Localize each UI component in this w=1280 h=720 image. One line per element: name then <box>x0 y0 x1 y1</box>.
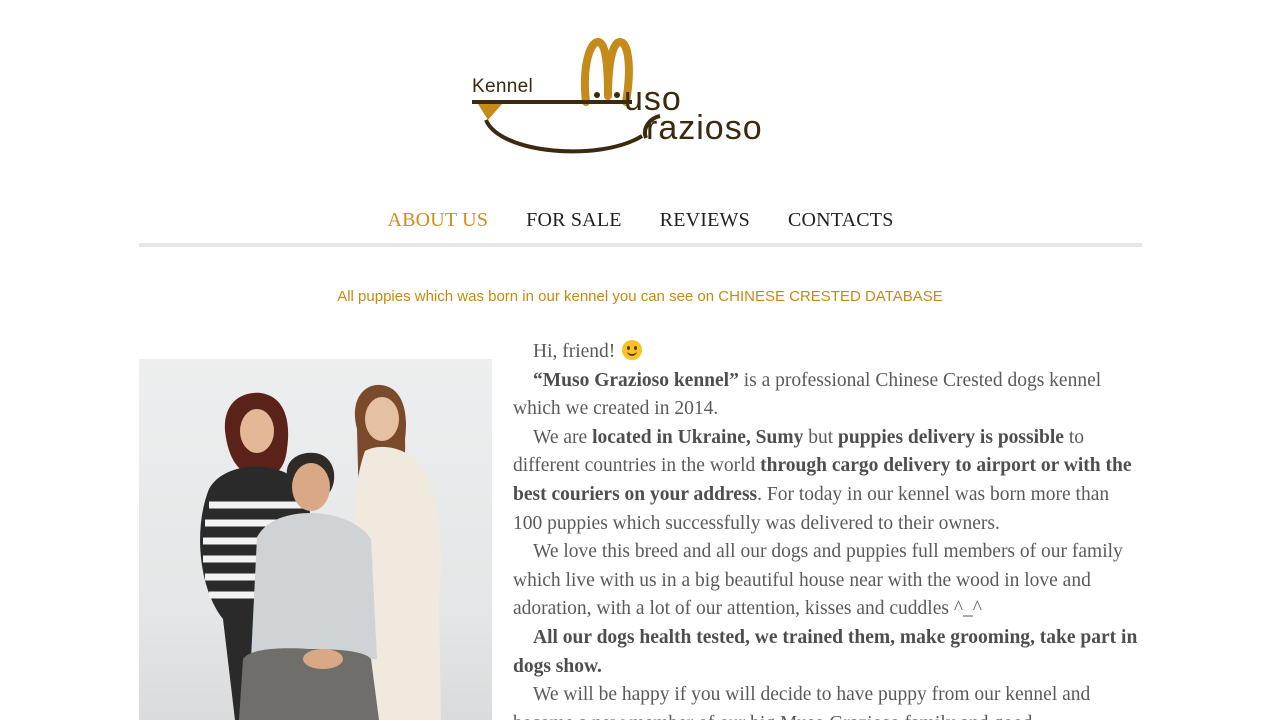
kennel-logo[interactable]: Kennel uso razioso <box>470 36 815 161</box>
smile-icon <box>622 340 643 360</box>
health-paragraph: All our dogs health tested, we trained t… <box>513 624 1138 681</box>
family-photo-graphic <box>200 384 442 720</box>
database-notice: All puppies which was born in our kennel… <box>0 288 1280 305</box>
nav-reviews[interactable]: REVIEWS <box>660 206 750 248</box>
health-bold: All our dogs health tested, we trained t… <box>513 626 1138 677</box>
greeting-paragraph: Hi, friend! <box>513 338 1138 367</box>
notice-text: All puppies which was born in our kennel… <box>337 288 719 305</box>
logo-grazioso-text: razioso <box>646 109 763 147</box>
delivery-bold: puppies delivery is possible <box>838 426 1064 448</box>
love-paragraph: We love this breed and all our dogs and … <box>513 541 1123 620</box>
location-text-c: but <box>803 426 838 448</box>
happy-paragraph: We will be happy if you will decide to h… <box>513 684 1091 720</box>
family-photo <box>139 359 492 720</box>
nav-for-sale[interactable]: FOR SALE <box>526 206 622 248</box>
nav-about-us[interactable]: ABOUT US <box>387 206 488 248</box>
nav-contacts[interactable]: CONTACTS <box>788 206 894 248</box>
chinese-crested-database-link[interactable]: CHINESE CRESTED DATABASE <box>718 288 943 305</box>
logo-kennel-text: Kennel <box>472 76 533 97</box>
main-nav: ABOUT US FOR SALE REVIEWS CONTACTS <box>139 206 1142 248</box>
intro-paragraph: “Muso Grazioso kennel” is a professional… <box>513 367 1138 424</box>
location-text-a: We are <box>533 426 593 448</box>
kennel-name: “Muso Grazioso kennel” <box>533 369 739 391</box>
nav-divider <box>139 243 1142 247</box>
greeting-text: Hi, friend! <box>533 341 616 362</box>
location-bold: located in Ukraine, Sumy <box>592 426 804 448</box>
location-paragraph: We are located in Ukraine, Sumy but pupp… <box>513 424 1138 538</box>
about-us-text: Hi, friend! “Muso Grazioso kennel” is a … <box>513 338 1138 720</box>
